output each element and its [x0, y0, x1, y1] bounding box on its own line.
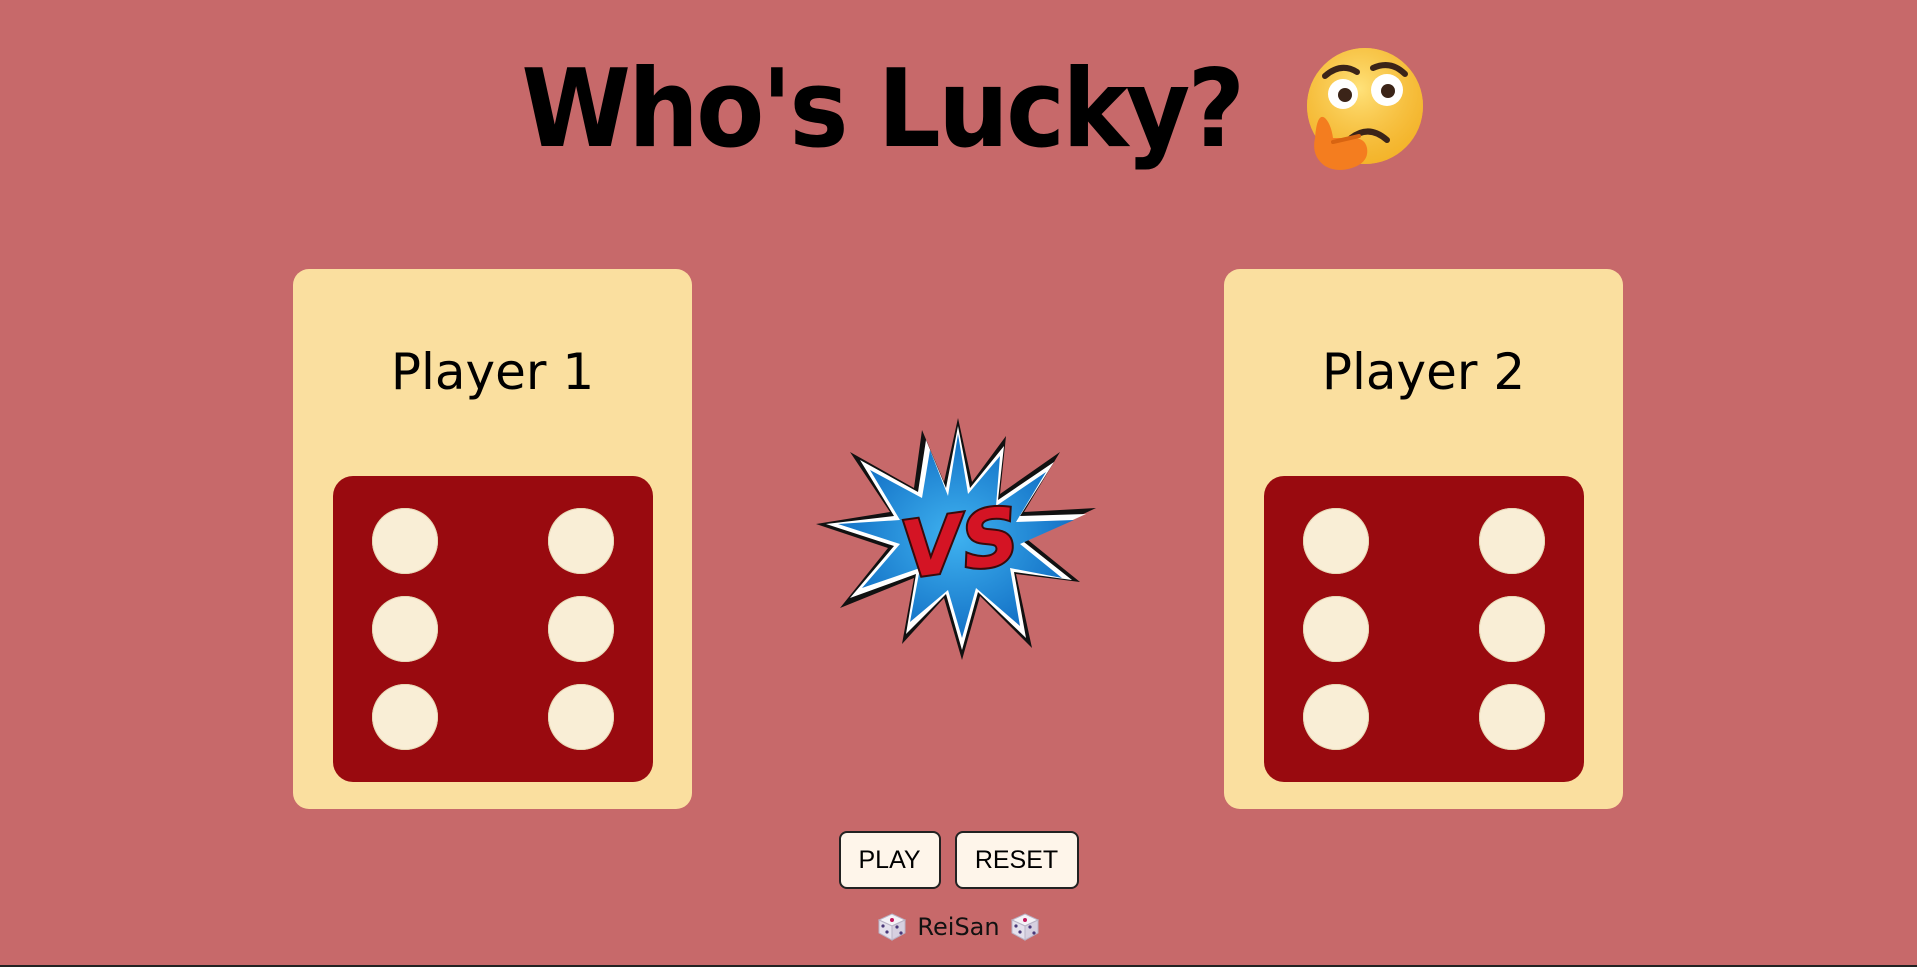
play-button[interactable]: PLAY	[838, 831, 941, 889]
author-name: ReiSan	[917, 913, 1000, 941]
die-pip	[372, 508, 438, 574]
player-1-label: Player 1	[390, 343, 595, 401]
page-title: Who's Lucky?	[520, 47, 1245, 172]
die-pip	[548, 596, 614, 662]
die-pip	[548, 508, 614, 574]
footer: ReiSan	[0, 912, 1917, 942]
die-icon	[1010, 913, 1039, 941]
die-pip	[372, 596, 438, 662]
player-2-card: Player 2	[1224, 269, 1623, 809]
die-pip	[1303, 596, 1369, 662]
thinking-face-icon	[1307, 48, 1424, 170]
die-icon	[878, 913, 907, 941]
player-2-die	[1264, 476, 1584, 782]
player-1-die	[333, 476, 653, 782]
die-pip	[1479, 596, 1545, 662]
player-1-card: Player 1	[293, 269, 692, 809]
die-pip	[548, 684, 614, 750]
die-pip	[1479, 684, 1545, 750]
die-pip	[1479, 508, 1545, 574]
title-bar: Who's Lucky?	[0, 40, 1917, 180]
controls: PLAY RESET	[0, 831, 1917, 889]
die-pip	[1303, 508, 1369, 574]
player-2-label: Player 2	[1321, 343, 1526, 401]
die-pip	[1303, 684, 1369, 750]
die-pip	[372, 684, 438, 750]
reset-button[interactable]: RESET	[954, 831, 1079, 889]
vs-label: VS	[896, 491, 1024, 596]
vs-burst-icon: VS	[816, 418, 1096, 660]
